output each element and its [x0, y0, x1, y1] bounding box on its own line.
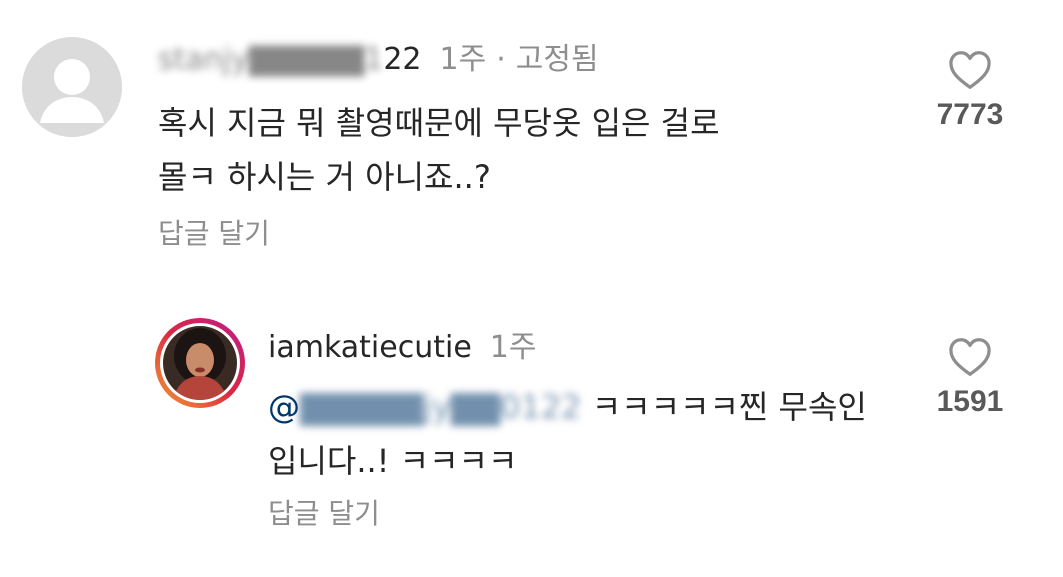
comment-text: @▇▇▇▇▇jy▇▇0122 ㅋㅋㅋㅋㅋ찐 무속인 입니다..! ㅋㅋㅋㅋ — [268, 380, 908, 488]
blurred-mention: ▇▇▇▇▇jy▇▇0122 — [300, 388, 582, 426]
comment-time: 1주 — [439, 42, 487, 77]
pinned-label: 고정됨 — [515, 42, 599, 77]
comment-meta: stanjy▇▇▇▇▇122 1주 · 고정됨 — [158, 34, 599, 78]
like-column: 7773 — [920, 50, 1020, 132]
blurred-username: stanjy▇▇▇▇▇1 — [158, 42, 384, 77]
comment-text-line: @▇▇▇▇▇jy▇▇0122 ㅋㅋㅋㅋㅋ찐 무속인 — [268, 380, 908, 434]
like-count: 1591 — [936, 385, 1004, 418]
avatar[interactable] — [163, 326, 237, 400]
profile-photo-icon — [163, 326, 237, 400]
meta-separator: · — [496, 42, 506, 77]
username[interactable]: iamkatiecutie — [268, 330, 472, 365]
comment-text-line: 혹시 지금 뭐 촬영때문에 무당옷 입은 걸로 — [158, 104, 720, 142]
username-visible-tail: 22 — [383, 42, 422, 77]
default-avatar[interactable] — [22, 37, 122, 137]
mention-at: @ — [268, 388, 300, 426]
like-count: 7773 — [936, 98, 1004, 131]
comment-time: 1주 — [489, 330, 537, 365]
comment-text: 혹시 지금 뭐 촬영때문에 무당옷 입은 걸로 몰ㅋ 하시는 거 아니죠..? — [158, 96, 878, 204]
comment-meta: iamkatiecutie 1주 — [268, 322, 536, 366]
reply-button[interactable]: 답글 달기 — [158, 212, 270, 252]
mention-link[interactable]: @▇▇▇▇▇jy▇▇0122 — [268, 388, 582, 426]
comment-text-line: 몰ㅋ 하시는 거 아니죠..? — [158, 158, 491, 196]
heart-outline-icon[interactable] — [948, 337, 992, 377]
username[interactable]: stanjy▇▇▇▇▇122 — [158, 42, 422, 77]
comment-text-line: 입니다..! ㅋㅋㅋㅋ — [268, 442, 518, 480]
heart-outline-icon[interactable] — [948, 50, 992, 90]
like-column: 1591 — [920, 337, 1020, 419]
comment-text-fragment: ㅋㅋㅋㅋㅋ찐 무속인 — [591, 388, 867, 426]
default-avatar-icon — [22, 37, 122, 137]
reply-button[interactable]: 답글 달기 — [268, 492, 380, 532]
